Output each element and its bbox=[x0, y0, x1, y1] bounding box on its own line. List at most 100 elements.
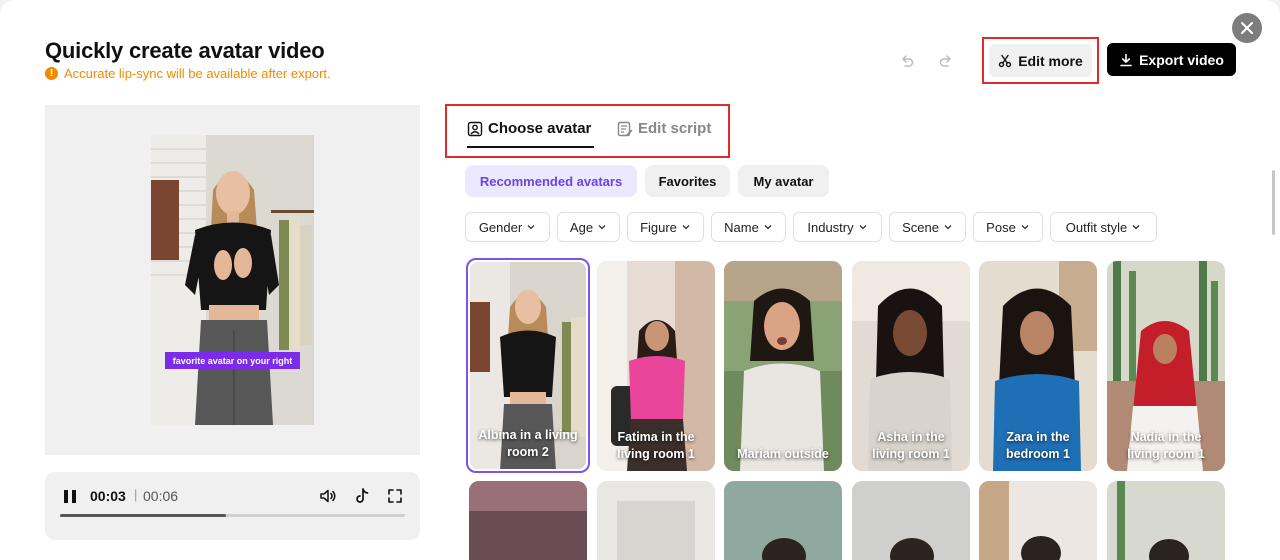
filter-name-label: Name bbox=[724, 219, 759, 235]
avatar-card-zara[interactable]: Zara in the bedroom 1 bbox=[979, 261, 1097, 471]
progress-fill bbox=[60, 514, 226, 517]
tiktok-button[interactable] bbox=[352, 486, 372, 506]
avatar-card-row2-1[interactable] bbox=[469, 481, 587, 560]
preview-video-frame[interactable]: favorite avatar on your right bbox=[151, 135, 314, 425]
pause-icon bbox=[64, 489, 68, 503]
total-time: 00:06 bbox=[143, 488, 179, 504]
filter-scene-label: Scene bbox=[902, 219, 939, 235]
download-icon bbox=[1120, 53, 1132, 66]
export-video-button[interactable]: Export video bbox=[1107, 43, 1236, 76]
filter-industry-label: Industry bbox=[807, 219, 854, 235]
alert-icon: ! bbox=[45, 67, 58, 80]
export-video-label: Export video bbox=[1139, 51, 1224, 68]
avatar-card-row2-3[interactable] bbox=[724, 481, 842, 560]
tabs-highlight: Choose avatar Edit script bbox=[445, 104, 730, 158]
tab-choose-avatar-label: Choose avatar bbox=[488, 120, 592, 137]
avatar-thumbnail-image bbox=[979, 481, 1097, 560]
avatar-thumbnail-image bbox=[852, 481, 970, 560]
chevron-down-icon bbox=[944, 225, 952, 230]
scissors-icon bbox=[999, 54, 1012, 67]
page-title: Quickly create avatar video bbox=[45, 38, 325, 63]
undo-icon bbox=[902, 55, 914, 67]
tab-edit-script-label: Edit script bbox=[638, 120, 712, 137]
avatar-thumbnail-image bbox=[597, 481, 715, 560]
avatar-card-fatima[interactable]: Fatima in the living room 1 bbox=[597, 261, 715, 471]
avatar-card-label: Zara in the bedroom 1 bbox=[1006, 430, 1070, 461]
redo-button[interactable] bbox=[937, 52, 955, 70]
avatar-card-label: Fatima in the living room 1 bbox=[617, 430, 695, 461]
avatar-card-label: Mariam outside bbox=[737, 447, 829, 461]
category-my-avatar[interactable]: My avatar bbox=[738, 165, 829, 197]
tab-edit-script[interactable]: Edit script bbox=[617, 120, 711, 137]
category-recommended-avatars[interactable]: Recommended avatars bbox=[465, 165, 637, 197]
avatar-thumbnail: Fatima in the living room 1 bbox=[597, 261, 715, 471]
category-favorites[interactable]: Favorites bbox=[645, 165, 730, 197]
avatar-thumbnail-image bbox=[469, 481, 587, 560]
scrollbar-thumb[interactable] bbox=[1272, 170, 1275, 235]
avatar-card-row2-5[interactable] bbox=[979, 481, 1097, 560]
chevron-down-icon bbox=[1021, 225, 1029, 230]
filter-figure-label: Figure bbox=[640, 219, 677, 235]
video-preview: favorite avatar on your right bbox=[45, 105, 420, 455]
script-edit-icon bbox=[617, 121, 633, 136]
chevron-down-icon bbox=[764, 225, 772, 230]
fullscreen-button[interactable] bbox=[385, 486, 405, 506]
filter-figure[interactable]: Figure bbox=[627, 212, 704, 242]
edit-more-label: Edit more bbox=[1018, 52, 1083, 69]
avatar-thumbnail: Albina in a living room 2 bbox=[470, 262, 586, 469]
time-separator: | bbox=[134, 487, 138, 502]
edit-more-button[interactable]: Edit more bbox=[989, 44, 1092, 77]
tiktok-icon bbox=[356, 488, 369, 503]
tab-choose-avatar[interactable]: Choose avatar bbox=[467, 120, 591, 137]
close-button[interactable] bbox=[1232, 13, 1262, 43]
avatar-thumbnail-image bbox=[724, 261, 842, 471]
chevron-down-icon bbox=[598, 225, 606, 230]
video-player-controls: 00:03 | 00:06 bbox=[45, 472, 420, 540]
chevron-down-icon bbox=[859, 225, 867, 230]
preview-avatar-image bbox=[151, 135, 314, 425]
avatar-card-row2-2[interactable] bbox=[597, 481, 715, 560]
avatar-card-row2-4[interactable] bbox=[852, 481, 970, 560]
fullscreen-icon bbox=[388, 489, 402, 503]
filter-gender[interactable]: Gender bbox=[465, 212, 550, 242]
avatar-card-label: Asha in the living room 1 bbox=[872, 430, 950, 461]
avatar-card-albina[interactable]: Albina in a living room 2 bbox=[466, 258, 590, 473]
undo-button[interactable] bbox=[898, 52, 916, 70]
lip-sync-notice: ! Accurate lip-sync will be available af… bbox=[45, 66, 331, 81]
filter-scene[interactable]: Scene bbox=[889, 212, 966, 242]
create-avatar-video-modal: Quickly create avatar video ! Accurate l… bbox=[0, 0, 1280, 560]
redo-icon bbox=[939, 55, 951, 67]
avatar-card-nadia[interactable]: Nadia in the living room 1 bbox=[1107, 261, 1225, 471]
chevron-down-icon bbox=[1132, 225, 1140, 230]
preview-caption: favorite avatar on your right bbox=[165, 352, 300, 369]
avatar-thumbnail-image bbox=[1107, 481, 1225, 560]
notice-text: Accurate lip-sync will be available afte… bbox=[64, 66, 331, 81]
user-card-icon bbox=[467, 121, 483, 136]
avatar-card-mariam[interactable]: Mariam outside bbox=[724, 261, 842, 471]
filter-pose[interactable]: Pose bbox=[973, 212, 1043, 242]
avatar-thumbnail: Asha in the living room 1 bbox=[852, 261, 970, 471]
active-tab-indicator bbox=[467, 146, 594, 148]
avatar-thumbnail: Nadia in the living room 1 bbox=[1107, 261, 1225, 471]
filter-name[interactable]: Name bbox=[711, 212, 786, 242]
filter-pose-label: Pose bbox=[986, 219, 1016, 235]
filter-industry[interactable]: Industry bbox=[793, 212, 882, 242]
avatar-card-label: Albina in a living room 2 bbox=[478, 428, 578, 459]
pause-icon bbox=[72, 489, 76, 503]
filter-age[interactable]: Age bbox=[557, 212, 620, 242]
filter-gender-label: Gender bbox=[478, 219, 523, 235]
chevron-down-icon bbox=[682, 225, 690, 230]
edit-more-highlight: Edit more bbox=[982, 37, 1099, 84]
current-time: 00:03 bbox=[90, 488, 126, 504]
progress-bar[interactable] bbox=[60, 514, 405, 517]
avatar-thumbnail: Zara in the bedroom 1 bbox=[979, 261, 1097, 471]
close-icon bbox=[1241, 22, 1253, 34]
avatar-card-asha[interactable]: Asha in the living room 1 bbox=[852, 261, 970, 471]
volume-button[interactable] bbox=[318, 486, 338, 506]
avatar-card-row2-6[interactable] bbox=[1107, 481, 1225, 560]
pause-button[interactable] bbox=[62, 488, 78, 504]
volume-icon bbox=[320, 489, 336, 503]
filter-outfit-style[interactable]: Outfit style bbox=[1050, 212, 1157, 242]
filter-outfit-style-label: Outfit style bbox=[1065, 219, 1128, 235]
avatar-thumbnail: Mariam outside bbox=[724, 261, 842, 471]
